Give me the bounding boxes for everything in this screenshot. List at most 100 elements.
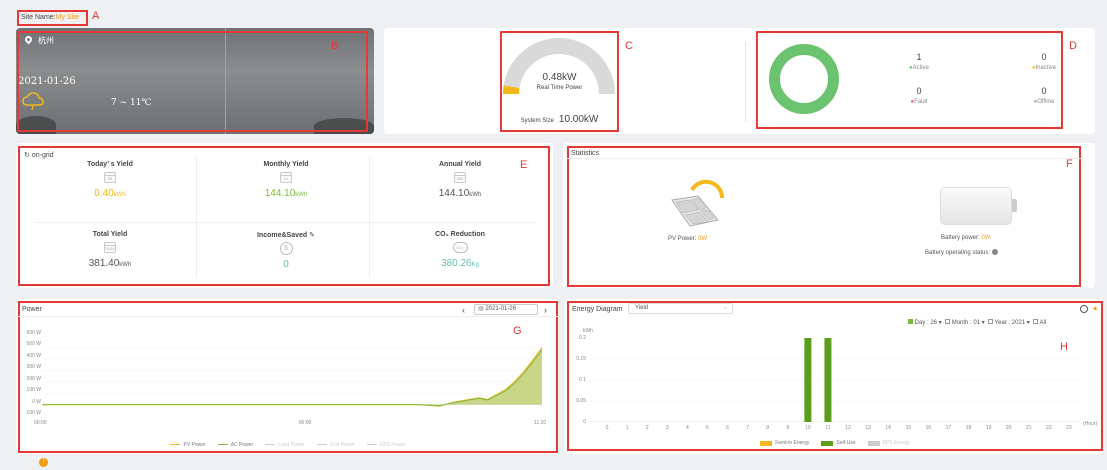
annual-yield-unit: kWh xyxy=(469,192,482,198)
solar-panel-icon xyxy=(668,176,730,230)
power-plot xyxy=(42,335,543,418)
status-inactive-label: Inactive xyxy=(1035,65,1057,71)
monthly-yield-value: 144.10 xyxy=(264,188,296,199)
legend-item[interactable]: EPS Power xyxy=(366,441,406,448)
status-active-label: Active xyxy=(912,65,929,71)
co2-reduction-unit: Kg xyxy=(471,262,479,268)
legend-swatch xyxy=(265,444,276,445)
x-tick-label: 17 xyxy=(945,425,952,431)
calendar-icon: 30 xyxy=(104,172,116,183)
energy-filters: Day : 26 ▾ Month : 01 ▾ Year : 2021 ▾ Al… xyxy=(908,319,1046,326)
series-area xyxy=(42,349,542,406)
status-active-count: 1 xyxy=(916,52,922,62)
next-date-button[interactable]: › xyxy=(544,305,547,315)
tag-b: B xyxy=(331,40,339,52)
system-size: System Size 10.00kW xyxy=(500,114,619,125)
checkbox-icon xyxy=(988,319,994,324)
x-tick-label: 20 xyxy=(1005,425,1012,431)
bar[interactable] xyxy=(804,338,812,422)
warning-icon[interactable]: ! xyxy=(39,458,48,467)
total-yield-value: 381.40 xyxy=(88,258,120,269)
legend-item[interactable]: PV Power xyxy=(170,442,206,448)
legend-item[interactable]: Feed-in Energy xyxy=(760,440,809,446)
legend-swatch xyxy=(760,440,773,446)
today-yield: Today’ s Yield 30 0.40kWh xyxy=(50,161,170,199)
today-yield-unit: kWh xyxy=(113,192,126,198)
filter-all[interactable]: All xyxy=(1033,319,1046,326)
monthly-yield-title: Monthly Yield xyxy=(263,161,309,168)
y-tick-label: 400 W xyxy=(26,352,41,359)
edit-icon[interactable]: ✎ xyxy=(309,232,315,239)
calendar-icon: 365 xyxy=(454,172,466,183)
battery-power-value: 0W xyxy=(981,235,991,241)
bar[interactable] xyxy=(824,338,832,422)
energy-unit: kWh xyxy=(583,328,593,334)
x-tick-label: 10 xyxy=(805,425,811,431)
legend-item[interactable]: AC Power xyxy=(217,441,254,448)
chevron-down-icon: ⌄ xyxy=(722,305,728,311)
status-offline-count: 0 xyxy=(1041,86,1047,96)
y-tick-label: 0 W xyxy=(32,398,41,405)
legend-label: EPS Power xyxy=(379,441,406,448)
legend-label: Feed-in Energy xyxy=(775,440,810,446)
status-fault: 0 ●Fault xyxy=(895,86,943,105)
total-yield: Total Yield SUM 381.40kWh xyxy=(50,231,170,269)
date-picker[interactable]: ▦ 2021-01-26 xyxy=(474,304,538,315)
annual-yield-title: Annual Yield xyxy=(438,161,481,168)
legend-label: Self-Use xyxy=(836,440,856,446)
legend-item[interactable]: Self-Use xyxy=(821,440,856,446)
site-name-label: Site Name: xyxy=(21,14,56,21)
site-name-value[interactable]: My Site xyxy=(56,14,79,21)
filter-month[interactable]: Month : 01 ▾ xyxy=(945,319,985,326)
pv-power-label: PV Power: xyxy=(668,236,699,242)
filter-year[interactable]: Year : 2021 ▾ xyxy=(988,319,1030,326)
legend-label: Grid Power xyxy=(329,441,355,448)
power-chart-title: Power xyxy=(22,306,42,313)
region-b-outline xyxy=(17,31,368,132)
power-chart-date: 2021-01-26 xyxy=(485,306,517,312)
status-inactive-count: 0 xyxy=(1041,52,1047,62)
battery-icon xyxy=(940,187,1012,225)
battery-terminal xyxy=(1012,199,1017,212)
x-tick-label: 15 xyxy=(905,425,912,431)
reload-icon[interactable] xyxy=(1080,305,1088,313)
total-yield-title: Total Yield xyxy=(92,231,128,238)
legend-label: AC Power xyxy=(230,441,254,448)
co2-reduction: CO₂ Reduction CO₂ 380.26Kg xyxy=(400,231,520,269)
y-tick-label: 0.05 xyxy=(576,398,586,404)
y-tick-label: 0.1 xyxy=(579,377,586,383)
energy-type-select[interactable]: Yield ⌄ xyxy=(628,303,733,314)
chart-type-icon[interactable]: ▴ xyxy=(1093,303,1097,312)
x-tick-label: 13 xyxy=(865,425,871,431)
x-tick-label: 0 xyxy=(605,425,609,431)
x-tick-label: 22 xyxy=(1046,425,1052,431)
legend-swatch xyxy=(821,440,834,446)
today-yield-value: 0.40 xyxy=(94,188,114,199)
energy-legend: Feed-in Energy Self-Use EPS Energy xyxy=(567,440,1103,448)
refresh-icon[interactable]: ↻ xyxy=(24,152,30,159)
legend-label: Load Power xyxy=(278,441,305,448)
status-fault-count: 0 xyxy=(916,86,922,96)
legend-swatch xyxy=(217,444,228,445)
legend-item[interactable]: Grid Power xyxy=(316,441,355,448)
status-offline: 0 ●Offline xyxy=(1020,86,1068,105)
x-tick-label: 12 xyxy=(845,425,851,431)
x-tick-label: 6 xyxy=(726,425,729,431)
pv-power: PV Power: 0W xyxy=(668,236,707,242)
y-tick-label: 0 xyxy=(583,419,586,425)
co2-reduction-value: 380.26 xyxy=(441,258,472,269)
legend-swatch xyxy=(170,444,181,445)
x-tick-label: 3 xyxy=(665,425,669,431)
checkbox-icon xyxy=(1033,319,1039,324)
legend-swatch xyxy=(366,444,377,445)
statistics-title: Statistics xyxy=(571,150,600,157)
annual-yield: Annual Yield 365 144.10kWh xyxy=(400,161,520,199)
x-tick-label: 23 xyxy=(1066,425,1072,431)
series-area xyxy=(42,347,542,407)
y-tick-label: 100 W xyxy=(26,387,41,394)
annual-yield-value: 144.10 xyxy=(438,188,470,199)
prev-date-button[interactable]: ‹ xyxy=(462,305,465,315)
legend-item[interactable]: Load Power xyxy=(265,442,305,448)
legend-item[interactable]: EPS Energy xyxy=(867,440,910,446)
filter-day[interactable]: Day : 26 ▾ xyxy=(908,319,942,326)
